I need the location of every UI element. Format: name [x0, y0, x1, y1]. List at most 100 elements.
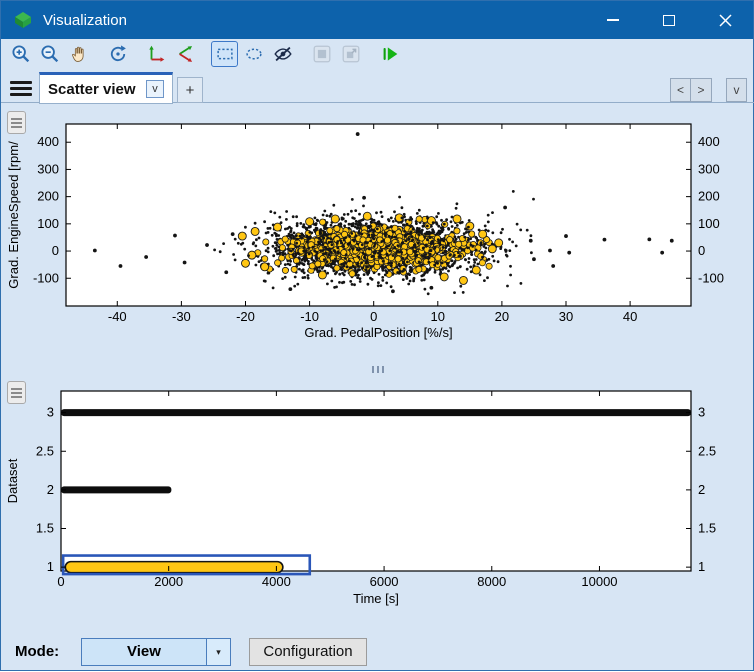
dataset-bar-3[interactable] — [61, 409, 691, 416]
y-tick-label: 1 — [47, 559, 54, 574]
x-tick-label: 8000 — [477, 574, 506, 589]
x-tick-label: -30 — [172, 309, 191, 324]
chevron-down-icon[interactable]: ▾ — [206, 639, 230, 665]
timeline-plot-menu-button[interactable] — [7, 381, 26, 404]
y-tick-label: 2 — [47, 482, 54, 497]
mode-value: View — [82, 639, 206, 665]
zoom-in-button[interactable] — [7, 41, 34, 67]
y-tick-label: 1 — [698, 559, 705, 574]
tab-list-button[interactable]: v — [726, 78, 747, 102]
app-icon — [13, 10, 33, 30]
x-tick-label: 20 — [495, 309, 509, 324]
close-button[interactable] — [697, 1, 753, 39]
menu-icon — [11, 118, 22, 120]
tab-scatter-view[interactable]: Scatter view v — [39, 72, 173, 104]
play-icon — [379, 43, 401, 65]
x-tick-label: 4000 — [262, 574, 291, 589]
scatter-plot-frame — [66, 124, 691, 306]
y-tick-label: 400 — [698, 134, 720, 149]
x-tick-label: -40 — [108, 309, 127, 324]
x-tick-label: 10 — [431, 309, 445, 324]
x-tick-label: 30 — [559, 309, 573, 324]
main-toolbar — [1, 39, 753, 69]
minimize-button[interactable] — [585, 1, 641, 39]
y-tick-label: -100 — [698, 270, 724, 285]
x-tick-label: 0 — [370, 309, 377, 324]
y-tick-label: 400 — [37, 134, 59, 149]
mode-bar: Mode: View ▾ Configuration — [1, 633, 754, 672]
rotate-icon — [107, 43, 129, 65]
add-tab-button[interactable]: + — [177, 77, 203, 103]
zoom-in-icon — [10, 43, 32, 65]
splitter-grip-icon — [372, 366, 374, 373]
y-tick-label: 1.5 — [36, 521, 54, 536]
scatter-plot-menu-button[interactable] — [7, 111, 26, 134]
tool-disabled-1-button — [308, 41, 335, 67]
rotate-3d-button[interactable] — [104, 41, 131, 67]
fit-axes-button[interactable] — [172, 41, 199, 67]
reset-axes-button[interactable] — [143, 41, 170, 67]
scatter-plot[interactable]: -40-30-20-10010203040-100-10000100100200… — [1, 103, 754, 363]
zoom-out-icon — [39, 43, 61, 65]
hamburger-icon — [10, 81, 32, 84]
dataset-bar-2[interactable] — [61, 486, 171, 493]
y-tick-label: 200 — [37, 189, 59, 204]
x-axis-label: Grad. PedalPosition [%/s] — [304, 325, 452, 340]
y-tick-label: 100 — [698, 216, 720, 231]
y-tick-label: 2 — [698, 482, 705, 497]
menu-icon — [11, 388, 22, 390]
ellipse-select-icon — [243, 43, 265, 65]
y-tick-label: 300 — [37, 161, 59, 176]
scatter-panel: -40-30-20-10010203040-100-10000100100200… — [1, 103, 754, 363]
tab-label: Scatter view — [48, 81, 136, 98]
visualization-window: Visualization Scatter view v + < > v — [0, 0, 754, 671]
close-icon — [719, 14, 732, 27]
select-rectangle-button[interactable] — [211, 41, 238, 67]
tab-scroll-left-button[interactable]: < — [670, 78, 691, 102]
mode-label: Mode: — [15, 643, 59, 660]
panel-splitter[interactable] — [1, 363, 754, 375]
tab-dropdown-button[interactable]: v — [146, 80, 164, 98]
x-tick-label: 6000 — [370, 574, 399, 589]
mode-dropdown[interactable]: View ▾ — [81, 638, 231, 666]
y-tick-label: 1.5 — [698, 521, 716, 536]
zoom-out-button[interactable] — [36, 41, 63, 67]
x-tick-label: 0 — [57, 574, 64, 589]
timeline-plot[interactable]: 0 2000 4000 6000 8000 10000 1 1 1.5 1.5 2 2 2.5 2.5 3 3… — [1, 375, 754, 633]
y-tick-label: 0 — [52, 243, 59, 258]
y-tick-label: 2.5 — [698, 443, 716, 458]
y-tick-label: 0 — [698, 243, 705, 258]
y-axis-label: Grad. EngineSpeed [rpm/ — [6, 141, 21, 289]
tab-navigation: < > v — [670, 78, 747, 102]
y-tick-label: 2.5 — [36, 443, 54, 458]
tab-scroll-right-button[interactable]: > — [691, 78, 712, 102]
frame-tool-icon — [311, 43, 333, 65]
frame-tool-2-icon — [340, 43, 362, 65]
timeline-plot-frame — [61, 391, 691, 571]
eye-slash-icon — [272, 43, 294, 65]
timeline-panel: 0 2000 4000 6000 8000 10000 1 1 1.5 1.5 2 2 2.5 2.5 3 3… — [1, 375, 754, 633]
minimize-icon — [607, 19, 619, 21]
y-tick-label: 200 — [698, 189, 720, 204]
y-tick-label: 3 — [698, 405, 705, 420]
window-controls — [585, 1, 753, 39]
x-tick-label: 2000 — [154, 574, 183, 589]
y-tick-label: 300 — [698, 161, 720, 176]
hand-icon — [68, 43, 90, 65]
view-menu-button[interactable] — [6, 75, 36, 101]
maximize-button[interactable] — [641, 1, 697, 39]
rect-select-icon — [214, 43, 236, 65]
x-axis-label: Time [s] — [353, 591, 399, 606]
y-tick-label: 3 — [47, 405, 54, 420]
pan-button[interactable] — [65, 41, 92, 67]
y-axis-label: Dataset — [5, 458, 20, 503]
x-tick-label: 10000 — [581, 574, 617, 589]
title-bar: Visualization — [1, 1, 753, 39]
dataset-bar-1[interactable] — [65, 562, 283, 573]
configuration-button[interactable]: Configuration — [249, 638, 367, 666]
hide-selection-button[interactable] — [269, 41, 296, 67]
window-title: Visualization — [43, 12, 127, 29]
axes-icon — [146, 43, 168, 65]
select-ellipse-button[interactable] — [240, 41, 267, 67]
run-button[interactable] — [376, 41, 403, 67]
